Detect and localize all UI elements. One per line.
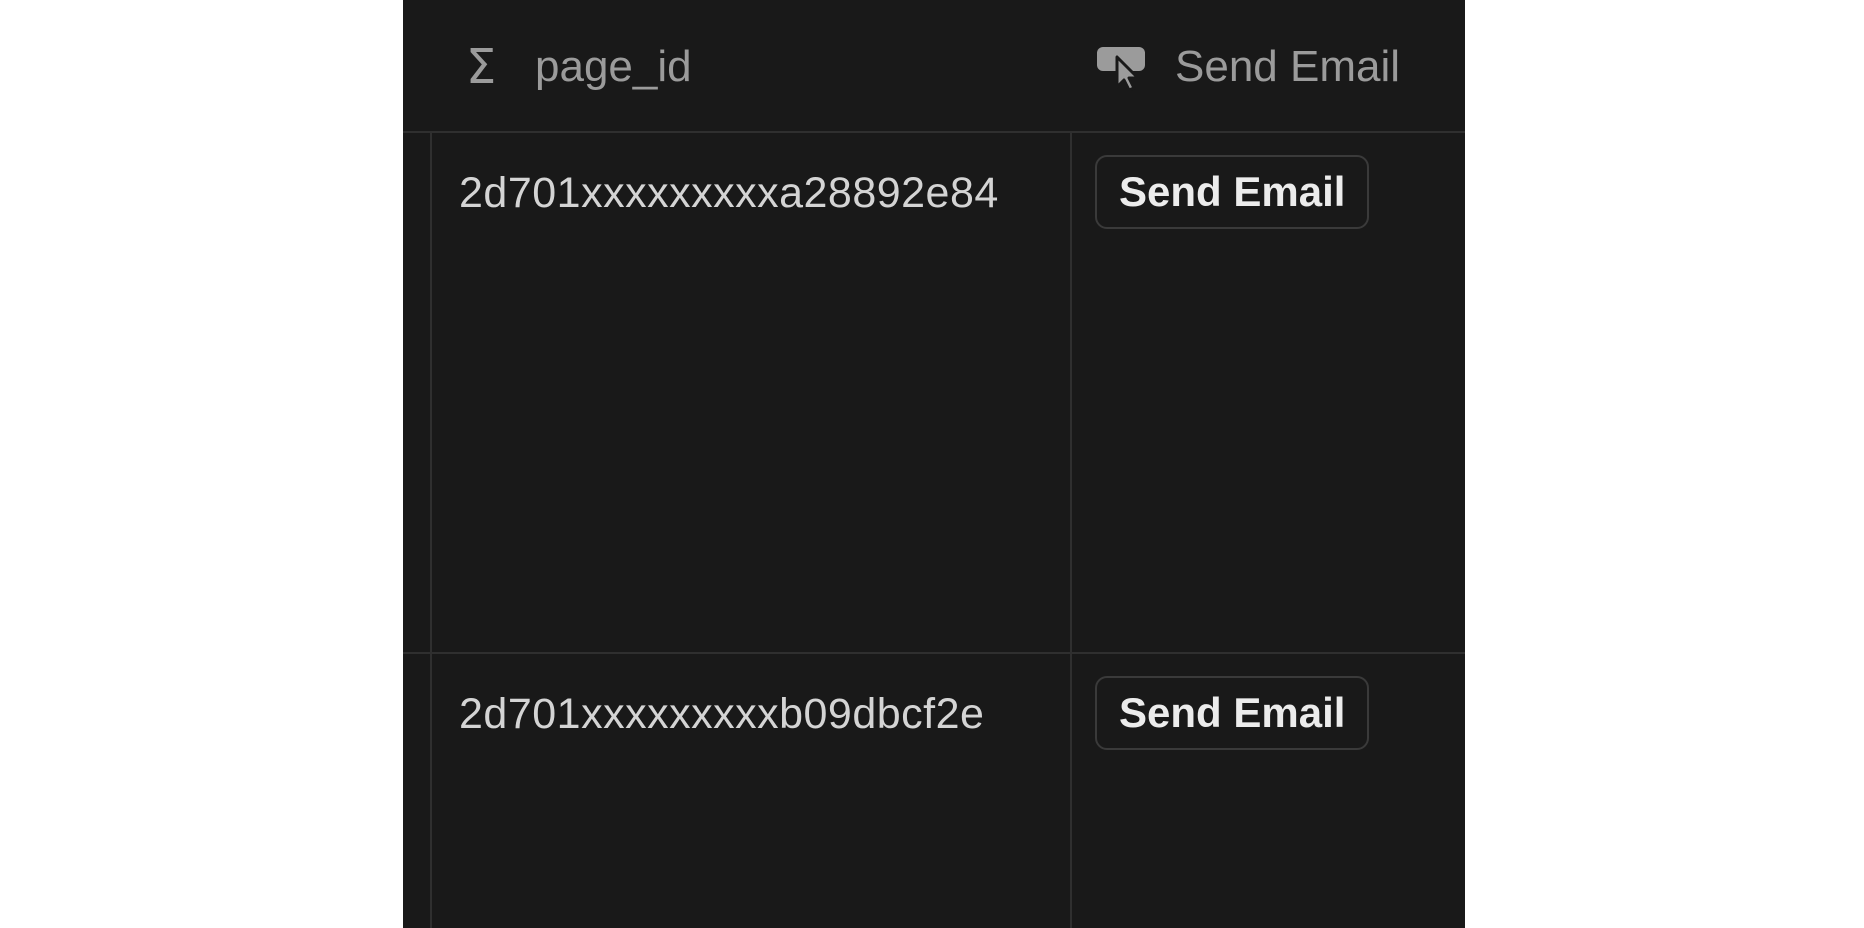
column-header-send-email[interactable]: Send Email: [1095, 0, 1400, 133]
table-row: 2d701xxxxxxxxxb09dbcf2e Send Email: [403, 654, 1465, 928]
database-table: Σ page_id Send Email 2d701xxxxxxxxxa2889…: [403, 0, 1465, 928]
sigma-icon: Σ: [465, 38, 497, 95]
page-id-cell[interactable]: 2d701xxxxxxxxxb09dbcf2e: [459, 690, 1071, 739]
table-row: 2d701xxxxxxxxxa28892e84 Send Email: [403, 133, 1465, 654]
column-header-page-id[interactable]: Σ page_id: [461, 0, 692, 133]
send-email-button[interactable]: Send Email: [1095, 676, 1370, 750]
page-id-cell[interactable]: 2d701xxxxxxxxxa28892e84: [459, 169, 1071, 218]
send-email-button[interactable]: Send Email: [1095, 155, 1370, 229]
column-header-label: page_id: [535, 41, 692, 91]
column-header-label: Send Email: [1175, 41, 1401, 91]
button-cursor-icon: [1095, 43, 1149, 91]
table-header: Σ page_id Send Email: [403, 0, 1465, 133]
